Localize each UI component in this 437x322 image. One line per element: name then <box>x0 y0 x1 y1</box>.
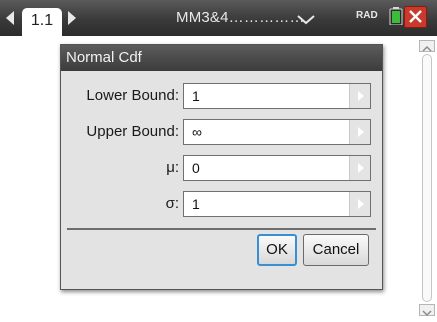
normal-cdf-dialog: Normal Cdf Lower Bound: 1 Upper Bound: ∞… <box>60 44 383 290</box>
lower-bound-input[interactable]: 1 <box>183 83 371 109</box>
top-bar: 1.1 MM3&4…………… RAD <box>0 0 437 38</box>
chevron-down-icon <box>422 310 432 317</box>
vertical-scrollbar[interactable] <box>419 40 435 317</box>
document-title[interactable]: MM3&4…………… <box>176 9 305 26</box>
scroll-down-button[interactable] <box>419 304 435 317</box>
close-x-glyph <box>409 10 422 23</box>
sigma-label: σ: <box>165 195 179 212</box>
upper-bound-label: Upper Bound: <box>86 123 179 140</box>
lower-bound-label: Lower Bound: <box>86 87 179 104</box>
scroll-track[interactable] <box>422 54 432 302</box>
mu-input[interactable]: 0 <box>183 155 371 181</box>
chevron-up-icon <box>422 45 432 52</box>
scroll-up-button[interactable] <box>419 40 435 52</box>
chevron-left-icon[interactable] <box>6 11 14 25</box>
angle-mode-label: RAD <box>356 10 378 21</box>
sigma-value: 1 <box>192 196 200 212</box>
battery-icon <box>389 7 403 25</box>
lower-bound-value: 1 <box>192 88 200 104</box>
dialog-title: Normal Cdf <box>61 45 382 71</box>
mu-label: μ: <box>166 159 179 176</box>
ok-button[interactable]: OK <box>257 234 297 266</box>
upper-bound-value: ∞ <box>192 124 202 140</box>
chevron-right-icon[interactable] <box>349 192 370 216</box>
page-tab-label: 1.1 <box>30 12 54 29</box>
upper-bound-input[interactable]: ∞ <box>183 119 371 145</box>
sigma-input[interactable]: 1 <box>183 191 371 217</box>
mu-value: 0 <box>192 160 200 176</box>
dialog-divider <box>67 228 376 230</box>
close-icon[interactable] <box>404 6 427 28</box>
chevron-right-icon[interactable] <box>68 11 76 25</box>
chevron-right-icon[interactable] <box>349 156 370 180</box>
chevron-right-icon[interactable] <box>349 84 370 108</box>
chevron-right-icon[interactable] <box>349 120 370 144</box>
page-tab[interactable]: 1.1 <box>22 8 62 38</box>
chevron-down-icon[interactable] <box>297 15 315 25</box>
cancel-button[interactable]: Cancel <box>303 234 369 266</box>
